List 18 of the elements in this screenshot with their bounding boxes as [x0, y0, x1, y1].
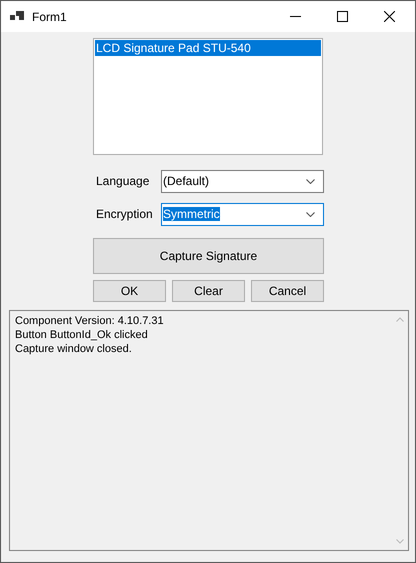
log-line: Capture window closed.: [15, 342, 133, 356]
chevron-down-icon: [306, 212, 315, 216]
log-line: Button ButtonId_Ok clicked: [15, 328, 149, 342]
button[interactable]: Clear: [172, 280, 245, 302]
field-label: Language: [96, 174, 150, 188]
list-item[interactable]: LCD Signature Pad STU-540: [95, 40, 321, 56]
maximize-icon[interactable]: [337, 11, 348, 22]
button[interactable]: OK: [93, 280, 166, 302]
dropdown-field[interactable]: (Default): [161, 170, 324, 192]
app-icon: [10, 10, 24, 22]
button[interactable]: Cancel: [251, 280, 324, 302]
log-line: Component Version: 4.10.7.31: [15, 314, 165, 328]
button[interactable]: Capture Signature: [93, 238, 324, 274]
field-label: Encryption: [96, 207, 154, 221]
window-title: Form1: [32, 10, 68, 24]
close-icon[interactable]: [384, 11, 395, 22]
dropdown-field[interactable]: Symmetric: [161, 202, 324, 226]
chevron-down-icon: [306, 178, 315, 184]
